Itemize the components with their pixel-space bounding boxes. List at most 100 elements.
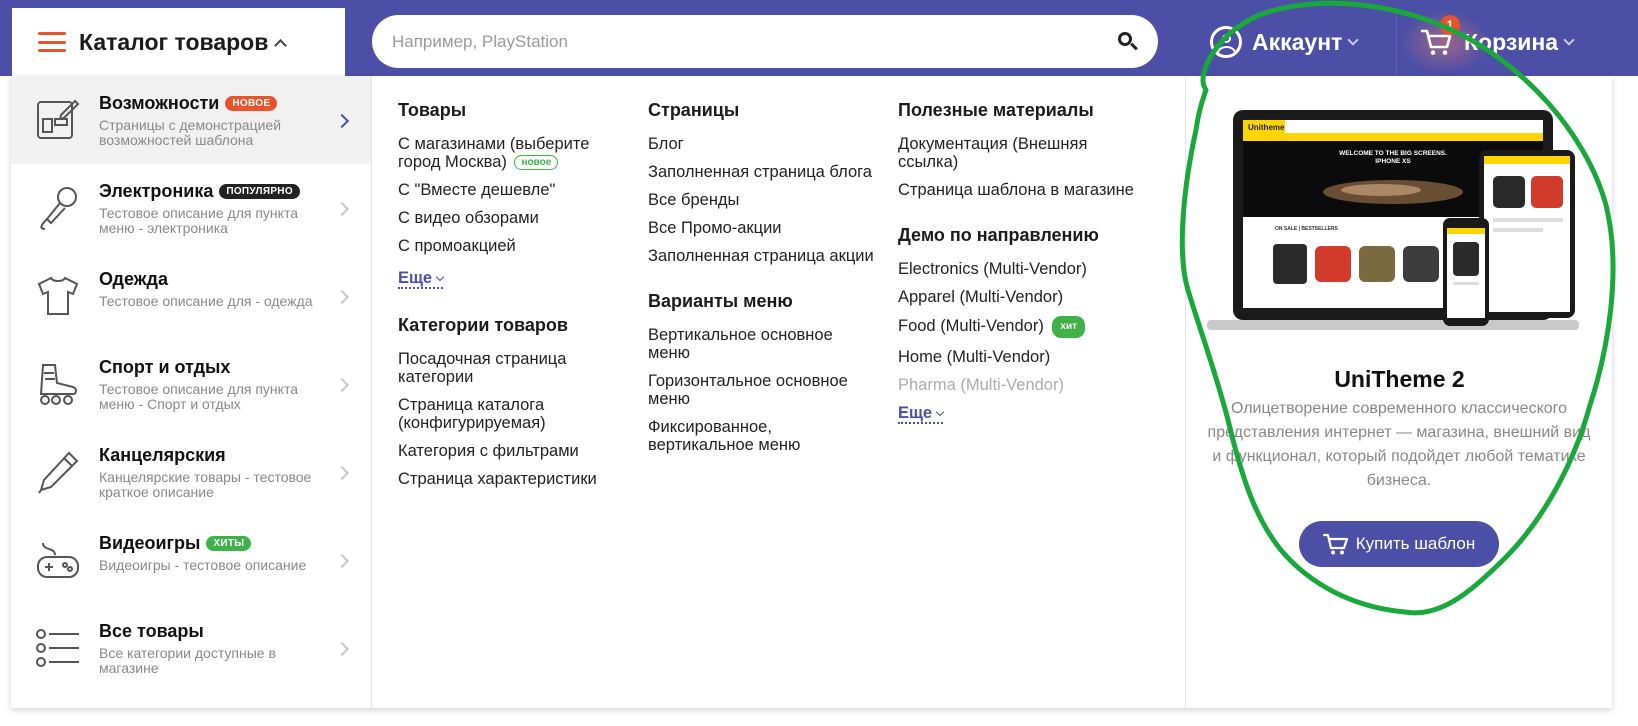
catalog-label: Каталог товаров <box>79 28 269 55</box>
chevron-up-icon <box>274 38 288 52</box>
chevron-right-icon <box>334 289 350 305</box>
menu-link[interactable]: Посадочная страница категории <box>398 350 628 386</box>
menu-link[interactable]: Страница шаблона в магазине <box>898 181 1138 199</box>
menu-link[interactable]: Electronics (Multi-Vendor) <box>898 260 1138 278</box>
menu-link[interactable]: С магазинами (выберите город Москва) нов… <box>398 135 628 171</box>
new-badge: новое <box>225 96 278 111</box>
menu-link[interactable]: Все бренды <box>648 191 878 209</box>
menu-link[interactable]: Страница характеристики <box>398 470 628 488</box>
svg-text:IPHONE XS: IPHONE XS <box>1375 158 1411 165</box>
buy-template-button[interactable]: Купить шаблон <box>1299 521 1499 567</box>
category-item-stationery[interactable]: Канцелярския Канцелярские товары - тесто… <box>11 428 371 516</box>
menu-link[interactable]: Фиксированное, вертикальное меню <box>648 418 878 454</box>
column-heading: Страницы <box>648 100 740 120</box>
menu-column-resources: Полезные материалы Документация (Внешняя… <box>898 100 1138 424</box>
column-heading: Полезные материалы <box>898 100 1094 120</box>
promo-block: Unitheme WELCOME TO THE BIG SCREENS. IPH… <box>1185 76 1612 708</box>
tshirt-icon <box>35 273 81 319</box>
chevron-right-icon <box>334 641 350 657</box>
microphone-icon <box>35 185 81 231</box>
gamepad-icon <box>35 537 81 583</box>
site-header: Каталог товаров Аккаунт 1 Корзина <box>0 8 1638 76</box>
category-description: Тестовое описание для пункта меню - Спор… <box>99 381 298 412</box>
menu-link[interactable]: Документация (Внешняя ссылка) <box>898 135 1138 171</box>
category-sidebar: Возможности новое Страницы с демонстрацие… <box>11 76 372 708</box>
menu-link[interactable]: Home (Multi-Vendor) <box>898 348 1138 366</box>
category-description: Видеоигры - тестовое описание <box>99 557 307 573</box>
menu-column-pages: Страницы Блог Заполненная страница блога… <box>648 100 878 464</box>
category-title: Спорт и отдых <box>99 357 231 377</box>
rollerskate-icon <box>35 361 81 407</box>
menu-link[interactable]: Food (Multi-Vendor) хит <box>898 316 1138 338</box>
category-title: Электроника <box>99 181 214 201</box>
catalog-toggle-button[interactable]: Каталог товаров <box>12 8 345 76</box>
hits-badge: хиты <box>206 536 252 551</box>
column-heading: Товары <box>398 100 467 120</box>
search-bar <box>372 15 1158 68</box>
cart-count-badge: 1 <box>1440 15 1460 35</box>
account-label: Аккаунт <box>1252 28 1343 55</box>
category-item-all[interactable]: Все товары Все категории доступные в маг… <box>11 604 371 692</box>
category-description: Тестовое описание для - одежда <box>99 293 313 309</box>
show-more-link[interactable]: Еще <box>898 404 945 424</box>
cart-menu[interactable]: 1 Корзина <box>1420 8 1575 76</box>
account-menu[interactable]: Аккаунт <box>1210 8 1360 76</box>
popular-badge: популярно <box>219 184 300 199</box>
category-title: Видеоигры <box>99 533 201 553</box>
chevron-down-icon <box>1347 33 1360 46</box>
svg-text:Unitheme: Unitheme <box>1248 123 1285 132</box>
svg-text:ON SALE | BESTSELLERS: ON SALE | BESTSELLERS <box>1275 226 1338 232</box>
menu-link[interactable]: Заполненная страница блога <box>648 163 878 181</box>
menu-link[interactable]: С видео обзорами <box>398 209 628 227</box>
chevron-right-icon <box>334 113 350 129</box>
column-heading: Демо по направлению <box>898 225 1099 245</box>
category-item-clothing[interactable]: Одежда Тестовое описание для - одежда <box>11 252 371 340</box>
hit-badge: хит <box>1052 316 1086 338</box>
chevron-down-icon <box>1563 33 1575 46</box>
user-icon <box>1210 26 1242 58</box>
category-description: Все категории доступные в магазине <box>99 645 276 676</box>
list-icon <box>35 625 81 671</box>
cart-icon <box>1322 533 1348 555</box>
buy-template-label: Купить шаблон <box>1355 534 1476 553</box>
mega-menu-panel: Возможности новое Страницы с демонстрацие… <box>11 76 1612 708</box>
menu-link[interactable]: Pharma (Multi-Vendor) <box>898 376 1138 394</box>
svg-text:WELCOME TO THE BIG SCREENS.: WELCOME TO THE BIG SCREENS. <box>1339 150 1447 157</box>
promo-title: UniTheme 2 <box>1334 366 1465 392</box>
category-title: Все товары <box>99 621 204 641</box>
menu-link[interactable]: Все Промо-акции <box>648 219 878 237</box>
menu-link[interactable]: Блог <box>648 135 878 153</box>
promo-description: Олицетворение современного классического… <box>1207 400 1591 489</box>
menu-link[interactable]: Категория с фильтрами <box>398 442 628 460</box>
category-title: Возможности <box>99 93 220 113</box>
column-heading: Категории товаров <box>398 315 568 335</box>
chevron-right-icon <box>334 201 350 217</box>
category-item-sport[interactable]: Спорт и отдых Тестовое описание для пунк… <box>11 340 371 428</box>
menu-link[interactable]: Вертикальное основное меню <box>648 326 878 362</box>
show-more-link[interactable]: Еще <box>398 269 445 289</box>
devices-mockup-image: Unitheme WELCOME TO THE BIG SCREENS. IPH… <box>1207 110 1579 330</box>
chevron-right-icon <box>334 465 350 481</box>
menu-link[interactable]: Заполненная страница акции <box>648 247 878 265</box>
search-input[interactable] <box>392 31 1118 52</box>
menu-link[interactable]: С промоакцией <box>398 237 628 255</box>
category-title: Одежда <box>99 269 168 289</box>
chevron-down-icon <box>435 272 445 282</box>
menu-link[interactable]: С "Вместе дешевле" <box>398 181 628 199</box>
pen-icon <box>35 449 81 495</box>
cart-label: Корзина <box>1464 28 1559 55</box>
menu-link[interactable]: Apparel (Multi-Vendor) <box>898 288 1138 306</box>
chevron-right-icon <box>334 553 350 569</box>
hamburger-icon <box>38 32 66 52</box>
chevron-down-icon <box>935 407 945 417</box>
column-heading: Варианты меню <box>648 291 793 311</box>
category-item-videogames[interactable]: Видеоигры хиты Видеоигры - тестовое описа… <box>11 516 371 604</box>
category-description: Тестовое описание для пункта меню - элек… <box>99 205 298 236</box>
category-item-electronics[interactable]: Электроника популярно Тестовое описание д… <box>11 164 371 252</box>
header-divider <box>1396 8 1397 76</box>
search-icon[interactable] <box>1118 31 1138 52</box>
category-description: Страницы с демонстрацией возможностей ша… <box>99 117 282 148</box>
menu-link[interactable]: Страница каталога (конфигурируемая) <box>398 396 628 432</box>
category-item-features[interactable]: Возможности новое Страницы с демонстрацие… <box>11 76 371 164</box>
menu-link[interactable]: Горизонтальное основное меню <box>648 372 878 408</box>
